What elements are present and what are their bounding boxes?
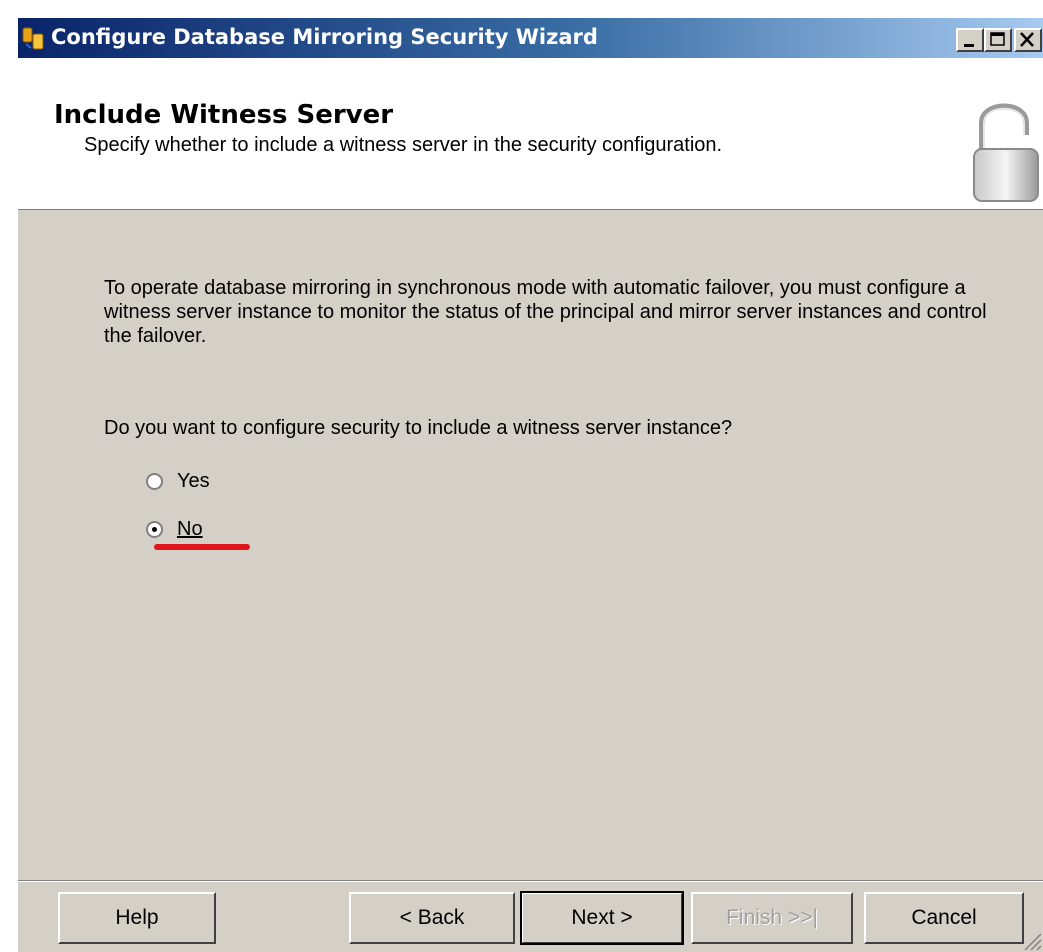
radio-no[interactable]: No xyxy=(146,514,203,544)
close-button[interactable] xyxy=(1014,28,1042,52)
resize-grip-icon[interactable] xyxy=(1019,928,1043,952)
radio-button-selected-icon[interactable] xyxy=(146,520,163,538)
description-text: To operate database mirroring in synchro… xyxy=(104,277,987,347)
minimize-button[interactable] xyxy=(956,28,984,52)
close-icon xyxy=(1020,32,1034,47)
padlock-icon xyxy=(973,103,1039,202)
database-mirroring-icon xyxy=(22,27,44,50)
window-title: Configure Database Mirroring Security Wi… xyxy=(51,25,598,49)
radio-no-label: No xyxy=(177,517,203,540)
wizard-window: Configure Database Mirroring Security Wi… xyxy=(18,18,1043,952)
finish-button[interactable]: Finish >>| xyxy=(691,892,853,944)
page-title: Include Witness Server xyxy=(54,100,394,130)
maximize-button[interactable] xyxy=(984,28,1012,52)
wizard-header: Include Witness Server Specify whether t… xyxy=(18,58,1043,210)
back-button[interactable]: < Back xyxy=(349,892,515,944)
witness-question: Do you want to configure security to inc… xyxy=(104,417,733,439)
next-button[interactable]: Next > xyxy=(520,891,684,945)
radio-yes-label: Yes xyxy=(177,469,210,492)
title-bar[interactable]: Configure Database Mirroring Security Wi… xyxy=(18,18,1043,58)
radio-yes[interactable]: Yes xyxy=(146,466,210,496)
page-subtitle: Specify whether to include a witness ser… xyxy=(84,134,723,156)
footer-divider xyxy=(18,880,1043,882)
help-button[interactable]: Help xyxy=(58,892,216,944)
maximize-icon xyxy=(990,32,1005,46)
annotation-underline xyxy=(154,544,250,550)
minimize-icon xyxy=(964,44,974,47)
radio-button-icon[interactable] xyxy=(146,472,163,490)
cancel-button[interactable]: Cancel xyxy=(864,892,1024,944)
